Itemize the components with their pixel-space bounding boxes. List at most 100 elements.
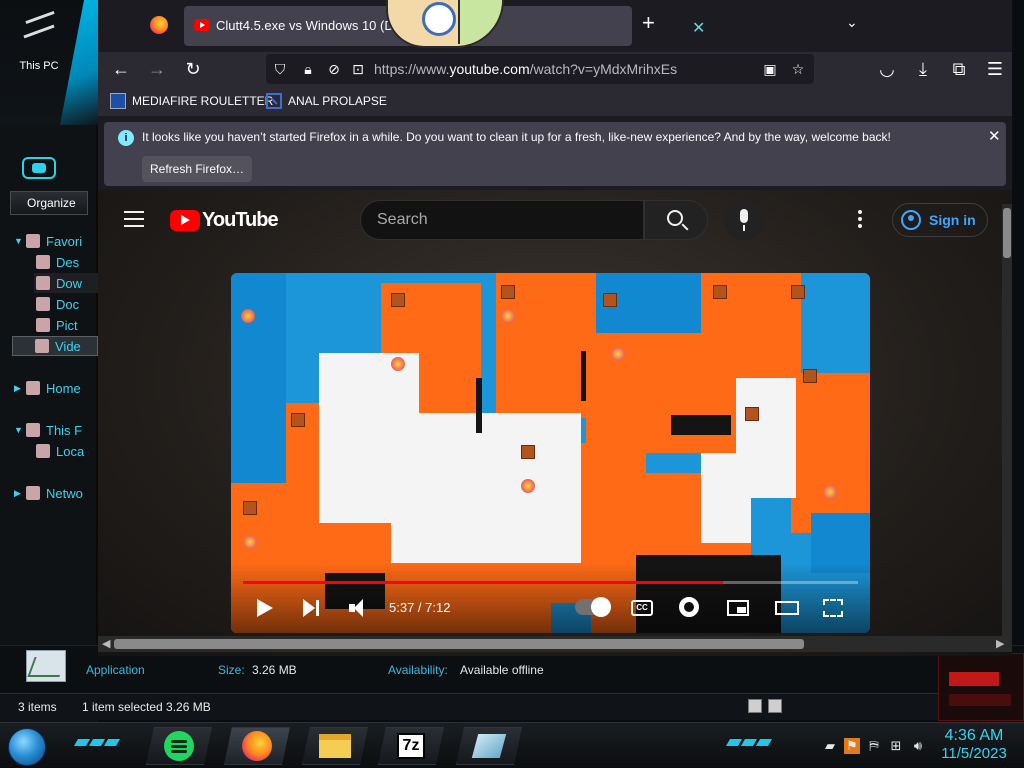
- file-type: Application: [86, 663, 145, 677]
- reload-button[interactable]: ↻: [180, 57, 206, 81]
- details-view-icon[interactable]: [748, 699, 762, 713]
- extensions-icon[interactable]: ⧉: [946, 57, 972, 81]
- expand-arrow-icon[interactable]: ▶: [14, 383, 24, 394]
- taskbar-decoration: [725, 739, 773, 747]
- documents-folder-icon: [36, 297, 50, 311]
- gear-icon[interactable]: [679, 597, 699, 617]
- video-progress-fill: [243, 581, 723, 584]
- close-notification-icon[interactable]: ✕: [988, 127, 1001, 145]
- expand-arrow-icon[interactable]: ▼: [14, 425, 24, 435]
- search-button[interactable]: [644, 200, 708, 240]
- taskbar: 7z ▰ ⚑ ⛿ ⊞ 🔊︎ 4:36 AM 11/5/2023: [0, 722, 1024, 768]
- start-button[interactable]: [8, 728, 46, 766]
- star-icon: [26, 234, 40, 248]
- youtube-search-input[interactable]: Search: [360, 200, 644, 240]
- back-button[interactable]: ←: [108, 57, 134, 81]
- expand-arrow-icon[interactable]: ▶: [14, 488, 24, 499]
- taskbar-app-glass[interactable]: [456, 727, 522, 765]
- autoplay-blocked-icon[interactable]: ⊘: [324, 59, 344, 79]
- this-pc-desktop-icon[interactable]: This PC: [14, 8, 64, 74]
- show-hidden-icons-icon[interactable]: ▰: [822, 738, 838, 754]
- organize-button[interactable]: Organize: [10, 191, 88, 215]
- scroll-left-icon[interactable]: ◀: [102, 637, 110, 650]
- settings-kebab-icon[interactable]: [858, 210, 862, 228]
- volume-icon[interactable]: 🔊︎: [910, 738, 926, 754]
- taskbar-app-file-explorer[interactable]: [302, 727, 368, 765]
- theater-mode-icon[interactable]: [775, 601, 799, 615]
- network-icon[interactable]: ⊞: [888, 738, 904, 754]
- horizontal-scrollbar[interactable]: ◀ ▶: [98, 636, 1012, 652]
- bookmark-second[interactable]: ANAL PROLAPSE: [266, 93, 387, 109]
- nav-item-network[interactable]: ▶ Netwo: [14, 483, 98, 503]
- miniplayer-icon[interactable]: [727, 600, 749, 616]
- pocket-icon[interactable]: ◡: [874, 57, 900, 81]
- refresh-firefox-button[interactable]: Refresh Firefox…: [142, 156, 252, 182]
- app-tray-icon[interactable]: ⚑: [844, 738, 860, 754]
- nav-item-documents[interactable]: Doc: [34, 294, 98, 314]
- vertical-scrollbar[interactable]: [1002, 204, 1012, 640]
- url-text[interactable]: https://www.youtube.com/watch?v=yMdxMrih…: [374, 61, 677, 77]
- video-frame-region: [791, 373, 870, 533]
- video-frame-icon: [521, 479, 535, 493]
- video-player[interactable]: 5:37 / 7:12 CC: [231, 273, 870, 633]
- menu-icon[interactable]: ☰: [982, 57, 1008, 81]
- nav-item-downloads[interactable]: Dow: [34, 273, 98, 293]
- nav-item-favorites[interactable]: ▼ Favori: [14, 231, 98, 251]
- shield-icon[interactable]: ⛉: [270, 59, 290, 79]
- availability-value: Available offline: [460, 663, 544, 677]
- lock-icon[interactable]: 🔒︎: [298, 59, 318, 79]
- voice-search-icon[interactable]: [724, 200, 764, 240]
- video-frame-icon: [791, 285, 805, 299]
- taskbar-app-7zip[interactable]: 7z: [378, 727, 444, 765]
- forward-button[interactable]: →: [144, 57, 170, 81]
- fullscreen-icon[interactable]: [823, 599, 843, 617]
- this-pc-label: This PC: [19, 60, 59, 72]
- bookmark-mediafire-rouletter[interactable]: MEDIAFIRE ROULETTER: [110, 93, 273, 109]
- this-pc-icon: [19, 8, 59, 50]
- reader-view-icon[interactable]: ▣: [760, 59, 780, 79]
- sign-in-button[interactable]: Sign in: [892, 203, 988, 237]
- close-tab-icon[interactable]: ✕: [692, 18, 705, 38]
- nav-item-desktop[interactable]: Des: [34, 252, 98, 272]
- nav-item-pictures[interactable]: Pict: [34, 315, 98, 335]
- taskbar-app-firefox[interactable]: [224, 727, 290, 765]
- bookmark-star-icon[interactable]: ☆: [788, 59, 808, 79]
- list-all-tabs-icon[interactable]: ⌄: [846, 14, 858, 31]
- volume-icon[interactable]: [349, 599, 371, 617]
- autoplay-toggle[interactable]: [575, 597, 611, 617]
- new-tab-button[interactable]: +: [642, 12, 655, 34]
- video-frame-icon: [391, 293, 405, 307]
- video-frame-icon: [521, 445, 535, 459]
- taskbar-app-spotify[interactable]: [146, 727, 212, 765]
- permissions-icon[interactable]: ⊡: [348, 59, 368, 79]
- player-controls-gradient: [231, 563, 870, 633]
- guide-menu-icon[interactable]: [124, 211, 144, 227]
- nav-item-this-pc[interactable]: ▼ This F: [14, 420, 98, 440]
- video-frame-region: [391, 413, 581, 563]
- youtube-page: YouTube Search Sign in 5:37 / 7:12 CC: [98, 190, 1012, 656]
- firefox-view-icon[interactable]: [150, 16, 168, 34]
- navigation-toolbar: ← → ↻ ⛉ 🔒︎ ⊘ ⊡ https://www.youtube.com/w…: [98, 52, 1012, 86]
- clock-time: 4:36 AM: [944, 727, 1004, 744]
- play-icon[interactable]: [257, 599, 273, 617]
- taskbar-clock[interactable]: 4:36 AM 11/5/2023: [928, 727, 1020, 763]
- nav-item-videos[interactable]: Vide: [12, 336, 98, 356]
- address-bar[interactable]: ⛉ 🔒︎ ⊘ ⊡ https://www.youtube.com/watch?v…: [266, 54, 814, 84]
- video-frame-region: [476, 378, 482, 433]
- scroll-right-icon[interactable]: ▶: [996, 637, 1004, 650]
- nav-item-local-disk[interactable]: Loca: [34, 441, 98, 461]
- captions-icon[interactable]: CC: [631, 600, 653, 616]
- youtube-logo[interactable]: YouTube: [170, 208, 279, 232]
- expand-arrow-icon[interactable]: ▼: [14, 236, 24, 246]
- next-video-icon[interactable]: [303, 599, 321, 617]
- tiles-view-icon[interactable]: [768, 699, 782, 713]
- selection-info: 1 item selected 3.26 MB: [82, 700, 211, 714]
- video-progress-bar[interactable]: [243, 581, 858, 584]
- video-frame-icon: [291, 413, 305, 427]
- downloads-icon[interactable]: ⤓: [910, 57, 936, 81]
- security-warning-icon[interactable]: ⛿: [866, 738, 882, 754]
- refresh-firefox-notification: i It looks like you haven’t started Fire…: [104, 122, 1006, 186]
- video-frame-icon: [501, 285, 515, 299]
- horizontal-scroll-thumb[interactable]: [114, 639, 804, 649]
- nav-item-home[interactable]: ▶ Home: [14, 378, 98, 398]
